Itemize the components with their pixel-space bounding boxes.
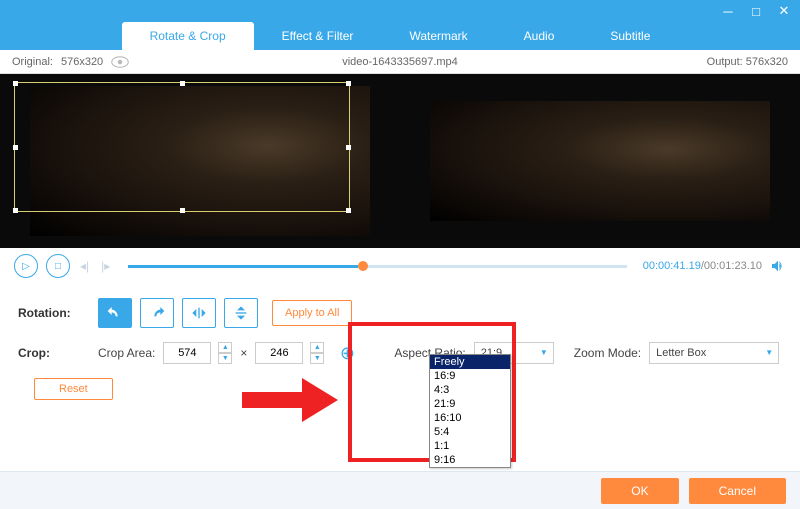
time-current: 00:00:41.19 <box>643 260 701 272</box>
prev-frame-button[interactable]: ◂| <box>78 259 91 273</box>
crop-height-input[interactable] <box>255 342 303 364</box>
filename-label: video-1643335697.mp4 <box>342 56 458 68</box>
crop-width-input[interactable] <box>163 342 211 364</box>
rotation-label: Rotation: <box>18 306 90 320</box>
times-symbol: × <box>240 346 247 360</box>
aspect-option[interactable]: 4:3 <box>430 383 510 397</box>
crop-frame[interactable] <box>14 82 350 212</box>
aspect-option[interactable]: Freely <box>430 355 510 369</box>
next-frame-button[interactable]: |▸ <box>99 259 112 273</box>
aspect-option[interactable]: 5:4 <box>430 425 510 439</box>
aspect-option[interactable]: 21:9 <box>430 397 510 411</box>
flip-horizontal-button[interactable] <box>182 298 216 328</box>
title-bar: ─ □ ✕ <box>0 0 800 22</box>
crop-handle-bl[interactable] <box>13 208 18 213</box>
minimize-button[interactable]: ─ <box>718 1 738 21</box>
flip-vertical-button[interactable] <box>224 298 258 328</box>
apply-to-all-button[interactable]: Apply to All <box>272 300 352 326</box>
maximize-button[interactable]: □ <box>746 1 766 21</box>
center-crop-button[interactable]: ⊕ <box>336 342 358 364</box>
aspect-option[interactable]: 9:16 <box>430 453 510 467</box>
zoom-mode-label: Zoom Mode: <box>574 346 641 360</box>
crop-handle-br[interactable] <box>346 208 351 213</box>
original-label: Original: <box>12 56 53 68</box>
crop-handle-tm[interactable] <box>180 81 185 86</box>
crop-height-up[interactable]: ▲ <box>310 342 324 353</box>
tab-bar: Rotate & Crop Effect & Filter Watermark … <box>0 22 800 50</box>
crop-height-down[interactable]: ▼ <box>310 353 324 364</box>
crop-width-down[interactable]: ▼ <box>218 353 232 364</box>
original-value: 576x320 <box>61 56 103 68</box>
timeline[interactable] <box>128 265 626 268</box>
crop-handle-tr[interactable] <box>346 81 351 86</box>
playhead[interactable] <box>358 261 368 271</box>
close-button[interactable]: ✕ <box>774 1 794 21</box>
reset-button[interactable]: Reset <box>34 378 113 400</box>
crop-area-label: Crop Area: <box>98 346 155 360</box>
time-display: 00:00:41.19/00:01:23.10 <box>643 260 762 272</box>
tab-audio[interactable]: Audio <box>496 22 583 50</box>
tab-watermark[interactable]: Watermark <box>381 22 495 50</box>
output-video <box>430 101 770 221</box>
preview-area <box>0 74 800 248</box>
aspect-option[interactable]: 16:10 <box>430 411 510 425</box>
rotate-left-button[interactable] <box>98 298 132 328</box>
play-button[interactable]: ▷ <box>14 254 38 278</box>
rotate-right-button[interactable] <box>140 298 174 328</box>
crop-handle-tl[interactable] <box>13 81 18 86</box>
aspect-option[interactable]: 1:1 <box>430 439 510 453</box>
crop-handle-mr[interactable] <box>346 145 351 150</box>
ok-button[interactable]: OK <box>601 478 678 504</box>
tab-rotate-crop[interactable]: Rotate & Crop <box>122 22 254 50</box>
crop-label: Crop: <box>18 346 90 360</box>
tab-effect-filter[interactable]: Effect & Filter <box>254 22 382 50</box>
crop-handle-bm[interactable] <box>180 208 185 213</box>
preview-eye-icon[interactable] <box>111 56 129 68</box>
playback-bar: ▷ □ ◂| |▸ 00:00:41.19/00:01:23.10 <box>0 248 800 284</box>
volume-icon[interactable] <box>770 258 786 274</box>
footer-bar: OK Cancel <box>0 471 800 509</box>
crop-handle-ml[interactable] <box>13 145 18 150</box>
output-pane <box>400 74 800 248</box>
info-bar: Original: 576x320 video-1643335697.mp4 O… <box>0 50 800 74</box>
zoom-mode-select[interactable]: Letter Box <box>649 342 779 364</box>
aspect-option[interactable]: 16:9 <box>430 369 510 383</box>
source-pane[interactable] <box>0 74 400 248</box>
output-value: 576x320 <box>746 56 788 68</box>
tab-subtitle[interactable]: Subtitle <box>582 22 678 50</box>
output-label: Output: <box>707 56 743 68</box>
aspect-ratio-dropdown[interactable]: Freely 16:9 4:3 21:9 16:10 5:4 1:1 9:16 <box>429 354 511 468</box>
highlight-arrow-icon <box>242 378 338 422</box>
stop-button[interactable]: □ <box>46 254 70 278</box>
controls-panel: Rotation: Apply to All Crop: Crop Area: … <box>0 284 800 422</box>
cancel-button[interactable]: Cancel <box>689 478 786 504</box>
time-total: /00:01:23.10 <box>701 260 762 272</box>
crop-width-up[interactable]: ▲ <box>218 342 232 353</box>
